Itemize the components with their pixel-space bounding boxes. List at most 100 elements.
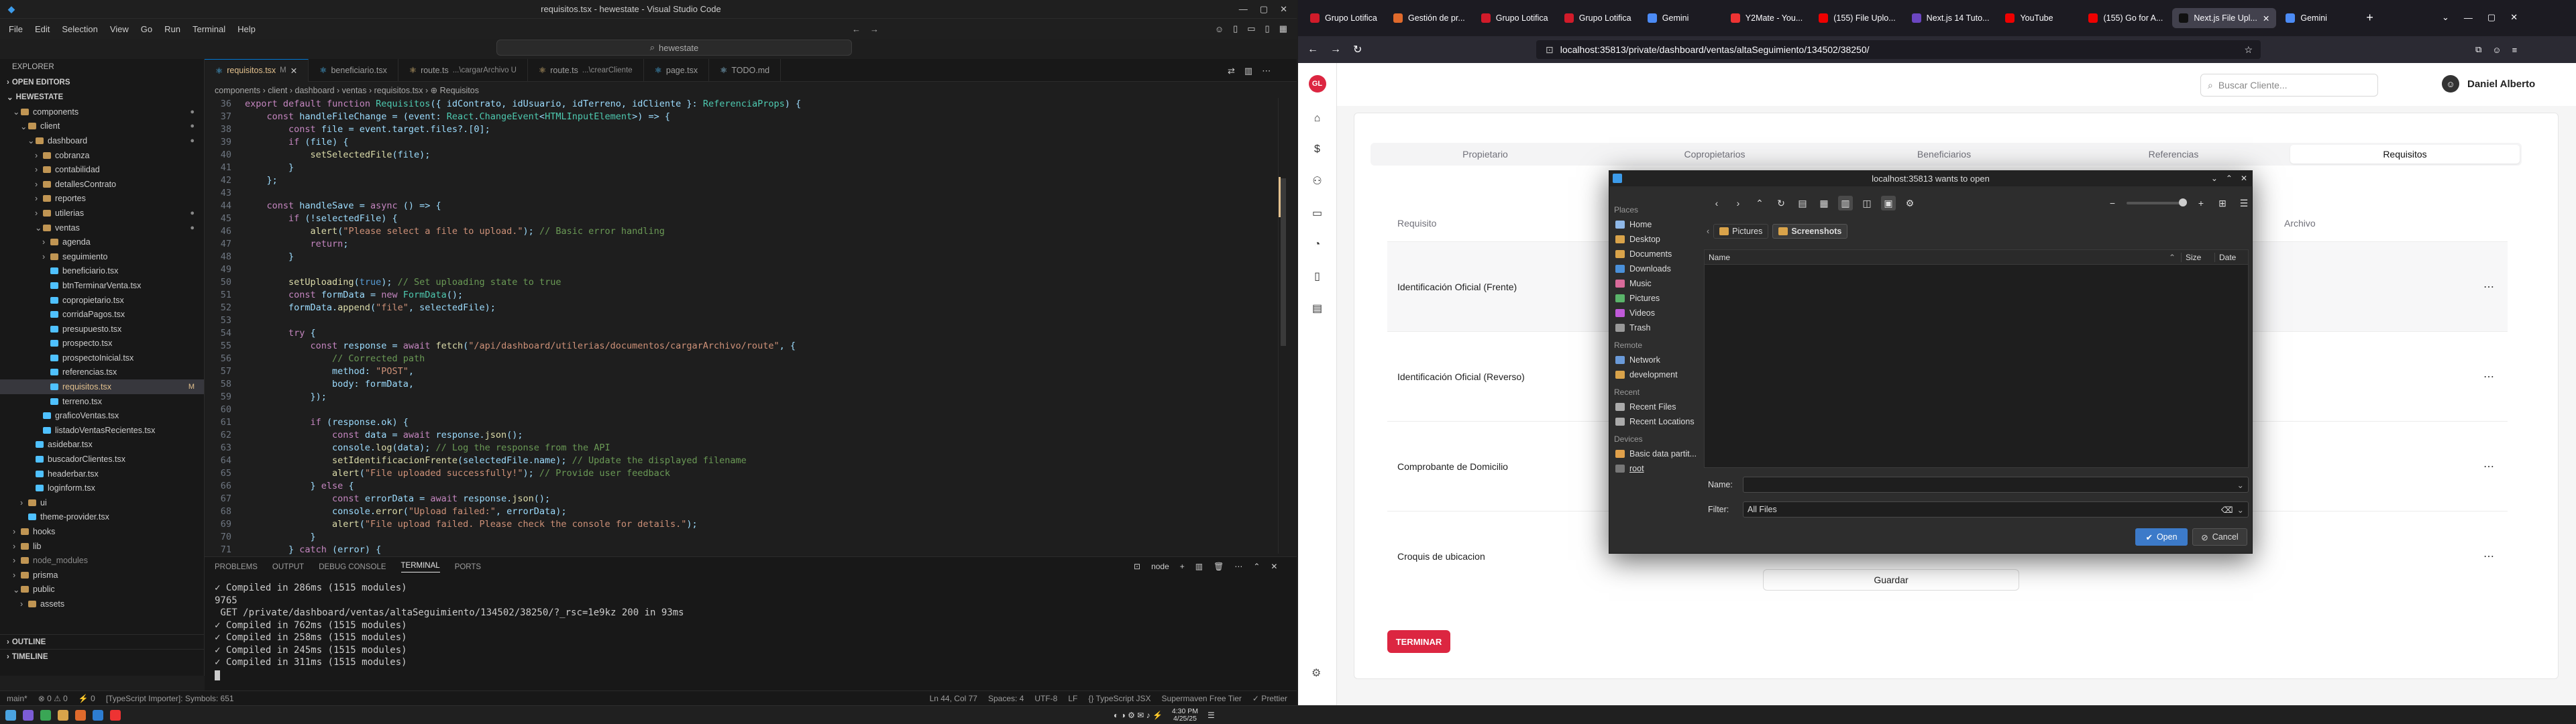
workspace-root[interactable]: ⌄ HEWESTATE (0, 90, 204, 105)
status-item[interactable]: ✓ Prettier (1252, 694, 1287, 703)
path-left-icon[interactable]: ‹ (1707, 227, 1709, 236)
tree-folder[interactable]: ⌄ client ● (0, 119, 204, 134)
ticket-icon[interactable]: ▭ (1312, 206, 1322, 220)
options-icon[interactable]: ⚙ (1902, 196, 1917, 210)
forward-icon[interactable]: › (1731, 196, 1746, 210)
menu-view[interactable]: View (104, 24, 135, 34)
panel-tab-debug-console[interactable]: DEBUG CONSOLE (319, 563, 386, 571)
row-menu-icon[interactable]: ⋯ (2483, 280, 2494, 294)
browser-tab[interactable]: Next.js 14 Tuto... (1905, 8, 1996, 28)
tree-file[interactable]: copropietario.tsx (0, 293, 204, 308)
minimize-icon[interactable]: ⌄ (2211, 174, 2218, 183)
code-line[interactable]: 60 (205, 404, 1278, 416)
status-item[interactable]: {} TypeScript JSX (1088, 694, 1150, 703)
place-item[interactable]: Videos (1609, 306, 1701, 320)
extensions-icon[interactable]: ⧉ (2475, 44, 2481, 55)
tree-folder[interactable]: ⌄ dashboard ● (0, 133, 204, 148)
bookmark-icon[interactable]: ☆ (2244, 44, 2253, 56)
chevron-down-icon[interactable]: ⌄ (2237, 480, 2244, 490)
code-line[interactable]: 36 export default function Requisitos({ i… (205, 98, 1278, 111)
tab-requisitos[interactable]: Requisitos (2290, 145, 2520, 164)
split-terminal-icon[interactable]: ▥ (1195, 562, 1203, 571)
code-line[interactable]: 48 } (205, 251, 1278, 263)
code-line[interactable]: 52 formData.append("file", selectedFile)… (205, 302, 1278, 314)
file-list[interactable]: Name ⌃ Size Date (1704, 249, 2249, 468)
code-line[interactable]: 56 // Corrected path (205, 353, 1278, 365)
show-hidden-icon[interactable]: ▣ (1881, 196, 1896, 210)
maximize-panel-icon[interactable]: ⌃ (1253, 562, 1260, 571)
code-line[interactable]: 61 if (response.ok) { (205, 416, 1278, 429)
tree-folder[interactable]: › prisma (0, 568, 204, 583)
menu-run[interactable]: Run (158, 24, 186, 34)
close-icon[interactable]: ✕ (2241, 174, 2247, 183)
browser-tab[interactable]: Next.js File Upl... ✕ (2172, 8, 2277, 28)
tab-copropietarios[interactable]: Copropietarios (1600, 149, 1829, 160)
detail-view-icon[interactable]: ▦ (1817, 196, 1831, 210)
browser-tab[interactable]: Grupo Lotifica (1474, 8, 1555, 28)
tree-file[interactable]: btnTerminarVenta.tsx (0, 278, 204, 293)
chat-icon[interactable]: ◔ (1314, 239, 1321, 251)
tree-folder[interactable]: › seguimiento (0, 249, 204, 264)
preview-icon[interactable]: ◫ (1860, 196, 1874, 210)
code-line[interactable]: 69 alert("File upload failed. Please che… (205, 518, 1278, 531)
status-item[interactable]: Supermaven Free Tier (1162, 694, 1242, 703)
code-line[interactable]: 62 const data = await response.json(); (205, 429, 1278, 442)
place-item[interactable]: Pictures (1609, 291, 1701, 306)
code-line[interactable]: 46 alert("Please select a file to upload… (205, 225, 1278, 238)
copilot-icon[interactable]: ☺ (1215, 24, 1224, 34)
place-item[interactable]: Recent Locations (1609, 414, 1701, 429)
terminal-output[interactable]: ✓ Compiled in 286ms (1515 modules) 9765 G… (215, 582, 1275, 680)
add-terminal-icon[interactable]: + (1180, 562, 1185, 571)
tree-file[interactable]: prospectoInicial.tsx (0, 351, 204, 365)
people-icon[interactable]: ⚇ (1312, 174, 1322, 188)
place-item[interactable]: Documents (1609, 247, 1701, 261)
back-arrow-icon[interactable]: ← (852, 24, 861, 34)
tree-file[interactable]: theme-provider.tsx (0, 510, 204, 525)
back-icon[interactable]: ← (1307, 44, 1318, 56)
tree-view-icon[interactable]: ▥ (1838, 196, 1853, 210)
tree-folder[interactable]: › ui (0, 495, 204, 510)
app-launcher-icon[interactable] (23, 709, 34, 721)
tree-file[interactable]: buscadorClientes.tsx (0, 452, 204, 467)
code-line[interactable]: 53 (205, 314, 1278, 327)
menu-edit[interactable]: Edit (29, 24, 56, 34)
clock-time[interactable]: 4:30 PM (1172, 707, 1198, 715)
vscode-app-icon[interactable] (93, 709, 103, 721)
files-icon[interactable] (40, 709, 51, 721)
menu-icon[interactable]: ≡ (2512, 45, 2518, 55)
tab-beneficiarios[interactable]: Beneficiarios (1829, 149, 2059, 160)
zoom-slider[interactable] (2127, 198, 2187, 206)
settings-icon[interactable]: ☰ (2237, 196, 2251, 210)
place-item[interactable]: Home (1609, 217, 1701, 232)
tree-folder[interactable]: ⌄ ventas ● (0, 221, 204, 235)
tree-file[interactable]: loginform.tsx (0, 481, 204, 495)
list-view-icon[interactable]: ▤ (1795, 196, 1810, 210)
forward-arrow-icon[interactable]: → (870, 24, 879, 34)
back-icon[interactable]: ‹ (1709, 196, 1724, 210)
code-line[interactable]: 68 console.error("Upload failed:", error… (205, 505, 1278, 518)
terminal-shell-icon[interactable]: ⊡ (1134, 562, 1140, 571)
code-line[interactable]: 58 body: formData, (205, 378, 1278, 391)
name-input[interactable]: ⌄ (1743, 477, 2249, 493)
code-line[interactable]: 40 setSelectedFile(file); (205, 149, 1278, 162)
new-folder-icon[interactable]: ⊞ (2215, 196, 2230, 210)
customize-layout-icon[interactable]: ▦ (1279, 23, 1287, 34)
code-line[interactable]: 66 } else { (205, 480, 1278, 493)
panel-tab-output[interactable]: OUTPUT (272, 563, 304, 571)
place-item[interactable]: root (1609, 461, 1701, 476)
code-line[interactable]: 71 } catch (error) { (205, 544, 1278, 556)
maximize-icon[interactable]: ▢ (1260, 4, 1268, 15)
code-line[interactable]: 42 }; (205, 174, 1278, 187)
row-menu-icon[interactable]: ⋯ (2483, 550, 2494, 563)
tree-file[interactable]: presupuesto.tsx (0, 322, 204, 337)
layout-secondary-icon[interactable]: ▯ (1265, 23, 1270, 34)
cancel-button[interactable]: ⊘ Cancel (2192, 528, 2247, 546)
tree-folder[interactable]: ⌄ components ● (0, 105, 204, 119)
status-item[interactable]: main* (7, 694, 28, 703)
code-line[interactable]: 64 setIdentificacionFrente(selectedFile.… (205, 455, 1278, 467)
terminal-app-icon[interactable] (75, 709, 86, 721)
panel-tab-ports[interactable]: PORTS (455, 563, 481, 571)
code-line[interactable]: 43 (205, 187, 1278, 200)
path-segment-screenshots[interactable]: Screenshots (1772, 224, 1848, 239)
close-panel-icon[interactable]: ✕ (1271, 562, 1277, 571)
